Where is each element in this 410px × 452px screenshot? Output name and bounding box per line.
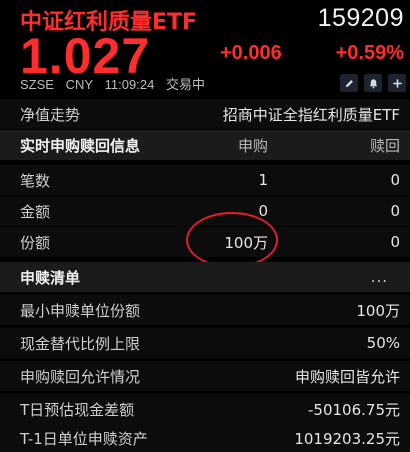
item-label: T日预估现金差额: [20, 400, 135, 419]
more-options-button[interactable]: ...: [371, 268, 388, 286]
list-item: 最小申赎单位份额 100万: [0, 295, 410, 325]
annotation-circle: [186, 212, 278, 268]
quote-time: 11:09:24: [104, 77, 155, 92]
subscribe-column-header: 申购: [237, 136, 268, 155]
table-row: 笔数 1 0: [0, 165, 410, 195]
trading-status: 交易中: [165, 77, 205, 92]
row-label: 份额: [20, 233, 51, 252]
plus-icon[interactable]: [388, 74, 406, 92]
row-label: 笔数: [20, 171, 51, 190]
fund-full-name: 招商中证全指红利质量ETF: [222, 105, 400, 124]
item-value: -50106.75元: [308, 400, 400, 419]
edit-icon[interactable]: [340, 74, 358, 92]
price-change-percent: +0.59%: [335, 42, 404, 64]
nav-trend-row[interactable]: 净值走势 招商中证全指红利质量ETF: [0, 99, 410, 129]
redeem-value: 0: [390, 171, 400, 189]
subscription-list-header: 申赎清单 ...: [0, 262, 410, 292]
subscribe-value: 1: [258, 171, 268, 189]
quote-header: 中证红利质量ETF 159209 1.027 +0.006 +0.59% SZS…: [0, 0, 410, 97]
exchange-label: SZSE: [20, 77, 54, 92]
item-label: T-1日单位申赎资产: [20, 429, 148, 448]
redeem-column-header: 赎回: [369, 136, 400, 155]
item-value: 申购赎回皆允许: [294, 367, 400, 386]
list-item: T-1日单位申赎资产 1019203.25元: [0, 424, 410, 452]
item-label: 现金替代比例上限: [20, 334, 141, 353]
realtime-title: 实时申购赎回信息: [20, 136, 141, 155]
item-label: 最小申赎单位份额: [20, 301, 141, 320]
list-item: 现金替代比例上限 50%: [0, 328, 410, 358]
realtime-header: 实时申购赎回信息 申购 赎回: [0, 130, 410, 160]
nav-trend-label: 净值走势: [20, 105, 81, 124]
subscription-list-title: 申赎清单: [20, 268, 81, 287]
bell-icon[interactable]: [364, 74, 382, 92]
item-value: 1019203.25元: [294, 429, 400, 448]
item-value: 100万: [356, 301, 400, 320]
price-change: +0.006: [220, 42, 282, 64]
list-item: T日预估现金差额 -50106.75元: [0, 394, 410, 424]
fund-code: 159209: [317, 4, 404, 32]
list-item: 申购赎回允许情况 申购赎回皆允许: [0, 361, 410, 391]
currency-label: CNY: [65, 77, 94, 92]
quote-meta: SZSE CNY 11:09:24 交易中: [20, 74, 213, 93]
redeem-value: 0: [390, 202, 400, 220]
item-label: 申购赎回允许情况: [20, 367, 141, 386]
item-value: 50%: [366, 334, 400, 352]
row-label: 金额: [20, 202, 51, 221]
redeem-value: 0: [390, 233, 400, 251]
